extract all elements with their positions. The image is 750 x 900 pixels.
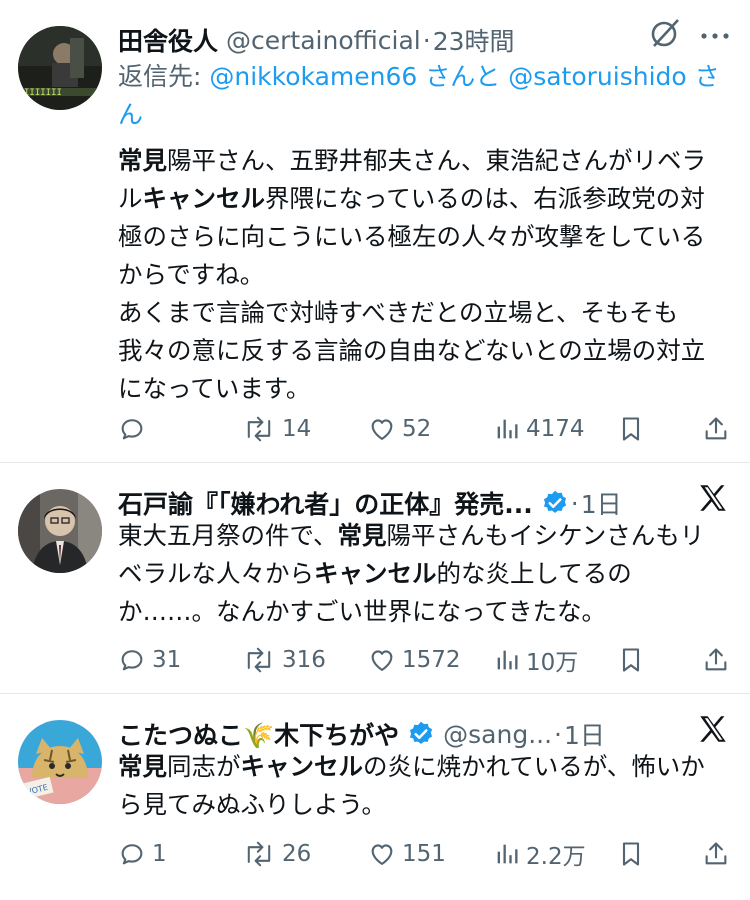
- tweet-text: 常見同志がキャンセルの炎に焼かれているが、怖いから見てみぬふりしよう。: [118, 748, 726, 824]
- retweet-button[interactable]: 316: [242, 640, 326, 680]
- retweet-button[interactable]: 14: [242, 409, 311, 449]
- header-actions: [696, 481, 730, 519]
- like-button[interactable]: 52: [368, 409, 431, 449]
- username[interactable]: @sang...: [443, 720, 552, 749]
- reply-button[interactable]: 31: [118, 640, 181, 680]
- mention-link[interactable]: @satoruishido: [508, 62, 687, 91]
- action-bar: 1 26 151 2.2万: [118, 834, 730, 874]
- share-button[interactable]: [702, 409, 730, 449]
- tweet-text: 東大五月祭の件で、常見陽平さんもイシケンさんもリベラルな人々からキャンセル的な炎…: [118, 517, 726, 631]
- share-button[interactable]: [702, 640, 730, 680]
- avatar[interactable]: [18, 489, 102, 573]
- timestamp[interactable]: 1日: [564, 716, 605, 752]
- retweet-button[interactable]: 26: [242, 834, 311, 874]
- reply-count: 31: [152, 647, 182, 673]
- x-logo-icon[interactable]: [696, 481, 730, 519]
- bookmark-button[interactable]: [618, 409, 644, 449]
- verified-badge-icon: [407, 720, 435, 748]
- reply-icon: [118, 415, 146, 443]
- replying-to-connector: さんと: [417, 62, 509, 91]
- verified-badge-icon: [541, 489, 569, 517]
- text-segment: 常見: [118, 752, 167, 781]
- replying-to: 返信先: @nikkokamen66 さんと @satoruishido さん: [118, 58, 730, 134]
- tweet-text: 常見陽平さん、五野井郁夫さん、東浩紀さんがリベラルキャンセル界隈になっているのは…: [118, 142, 726, 408]
- text-segment: 常見: [118, 146, 167, 175]
- x-logo-icon[interactable]: [696, 712, 730, 750]
- retweet-icon: [242, 646, 276, 674]
- svg-text:IIIIIII: IIIIIII: [24, 88, 62, 98]
- like-icon: [368, 840, 396, 868]
- timestamp[interactable]: 1日: [581, 485, 622, 521]
- like-button[interactable]: 151: [368, 834, 446, 874]
- display-name[interactable]: 石戸諭『「嫌われ者」の正体』発売...: [118, 485, 533, 521]
- share-icon: [702, 646, 730, 674]
- retweet-count: 26: [282, 841, 312, 867]
- like-count: 151: [402, 841, 446, 867]
- retweet-count: 316: [282, 647, 326, 673]
- username[interactable]: @certainofficial: [226, 26, 421, 55]
- bookmark-button[interactable]: [618, 834, 644, 874]
- text-segment: 東大五月祭の件で、: [118, 521, 338, 550]
- text-segment: キャンセル: [314, 559, 437, 588]
- header-actions: [648, 16, 730, 54]
- tweet-2[interactable]: 石戸諭『「嫌われ者」の正体』発売... · 1日 東大五月祭の件で、常見陽平さん…: [0, 463, 750, 694]
- reply-count: 1: [152, 841, 167, 867]
- reply-icon: [118, 646, 146, 674]
- avatar[interactable]: VOTE: [18, 720, 102, 804]
- like-count: 1572: [402, 647, 461, 673]
- separator-dot: ·: [570, 488, 579, 518]
- bookmark-icon: [618, 840, 644, 868]
- bookmark-icon: [618, 646, 644, 674]
- retweet-count: 14: [282, 416, 312, 442]
- reply-icon: [118, 840, 146, 868]
- separator-dot: ·: [554, 719, 562, 749]
- action-bar: 31 316 1572 10万: [118, 640, 730, 680]
- views-count: 10万: [526, 650, 579, 676]
- separator-dot: ·: [422, 25, 431, 55]
- views-icon: [494, 840, 520, 868]
- avatar[interactable]: IIIIIII: [18, 26, 102, 110]
- mention-link[interactable]: @nikkokamen66: [209, 62, 417, 91]
- retweet-icon: [242, 840, 276, 868]
- tweet-3[interactable]: VOTE こたつぬこ🌾木下ちがや @sang... · 1日 常見同志がキャンセ…: [0, 694, 750, 900]
- text-segment: 常見: [337, 521, 387, 550]
- views-button[interactable]: 2.2万: [494, 834, 586, 874]
- views-count: 2.2万: [526, 844, 586, 870]
- like-icon: [368, 415, 396, 443]
- text-segment: キャンセル: [142, 184, 266, 213]
- reply-button[interactable]: 1: [118, 834, 167, 874]
- display-name[interactable]: こたつぬこ🌾木下ちがや: [118, 716, 399, 752]
- text-segment: 同志が: [167, 752, 241, 781]
- bookmark-icon: [618, 415, 644, 443]
- share-button[interactable]: [702, 834, 730, 874]
- more-icon[interactable]: [700, 26, 730, 45]
- grok-icon[interactable]: [648, 16, 682, 54]
- header-actions: [696, 712, 730, 750]
- share-icon: [702, 840, 730, 868]
- replying-to-label: 返信先:: [118, 62, 210, 91]
- text-segment: キャンセル: [240, 752, 364, 781]
- views-button[interactable]: 10万: [494, 640, 578, 680]
- tweet-1[interactable]: IIIIIII 田舎役人 @certainofficial · 23時間 返信先…: [0, 0, 750, 463]
- action-bar: 14 52 4174: [118, 409, 730, 449]
- views-count: 4174: [526, 416, 585, 442]
- reply-button[interactable]: [118, 409, 152, 449]
- views-icon: [494, 646, 520, 674]
- views-button[interactable]: 4174: [494, 409, 585, 449]
- tweet-header: 田舎役人 @certainofficial · 23時間: [118, 20, 730, 60]
- display-name[interactable]: 田舎役人: [118, 22, 218, 58]
- text-segment: あくまで言論で対峙すべきだとの立場と、そもそも我々の意に反する言論の自由などない…: [118, 298, 706, 403]
- like-button[interactable]: 1572: [368, 640, 461, 680]
- bookmark-button[interactable]: [618, 640, 644, 680]
- like-icon: [368, 646, 396, 674]
- share-icon: [702, 415, 730, 443]
- like-count: 52: [402, 416, 432, 442]
- views-icon: [494, 415, 520, 443]
- timestamp[interactable]: 23時間: [433, 22, 515, 58]
- retweet-icon: [242, 415, 276, 443]
